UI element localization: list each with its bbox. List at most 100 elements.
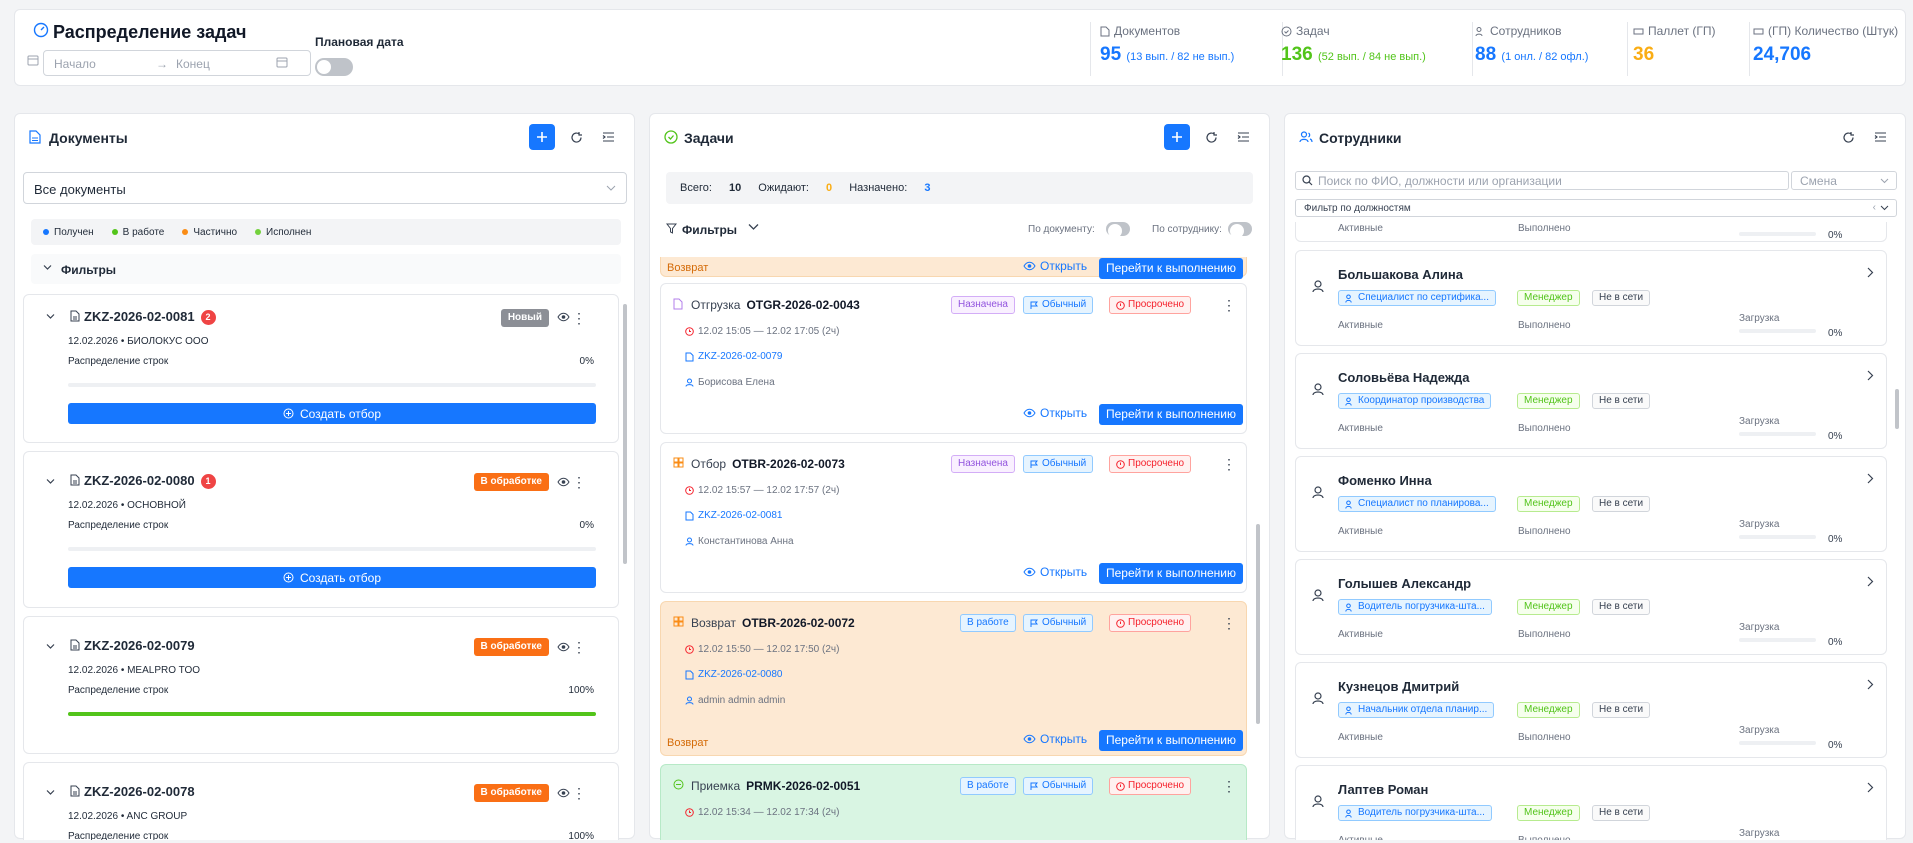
task-document-link[interactable]: ZKZ-2026-02-0080	[685, 669, 783, 680]
documents-scrollbar[interactable]	[623, 304, 627, 564]
eye-icon[interactable]	[557, 477, 570, 487]
go-to-execution-button[interactable]: Перейти к выполнению	[1099, 258, 1244, 279]
eye-icon	[1023, 261, 1036, 271]
more-menu-icon[interactable]: ⋮	[1222, 616, 1236, 630]
document-number[interactable]: ZKZ-2026-02-0078	[84, 784, 195, 799]
go-to-execution-button[interactable]: Перейти к выполнению	[1099, 563, 1244, 584]
tasks-scrollbar[interactable]	[1256, 524, 1260, 724]
calendar-icon[interactable]	[276, 56, 288, 68]
more-menu-icon[interactable]: ⋮	[1222, 457, 1236, 471]
summary-value: 0	[826, 182, 833, 194]
distribution-label: Распределение строк	[68, 685, 169, 696]
open-link[interactable]: Открыть	[1023, 565, 1087, 579]
task-card[interactable]: Отбор OTBR-2026-02-0073 Назначена Обычный…	[660, 442, 1247, 593]
return-icon	[673, 616, 684, 627]
task-card[interactable]: Возврат OTBR-2026-02-0072 В работе Обычны…	[660, 601, 1247, 756]
employee-card[interactable]: Соловьёва Надежда Координатор производств…	[1295, 353, 1887, 449]
more-menu-icon[interactable]: ⋮	[572, 475, 586, 489]
employee-card[interactable]: Активные Выполнено 0%	[1295, 222, 1887, 242]
employee-card[interactable]: Большакова Алина Специалист по сертифика.…	[1295, 250, 1887, 346]
more-menu-icon[interactable]: ⋮	[572, 311, 586, 325]
clear-icon[interactable]: ‹	[1873, 202, 1876, 213]
document-filter-select[interactable]: Все документы	[23, 172, 627, 204]
refresh-icon[interactable]	[1198, 124, 1224, 150]
chevron-right-icon[interactable]	[1867, 267, 1874, 278]
range-end-input[interactable]: Конец	[176, 57, 210, 71]
chevron-down-icon[interactable]	[46, 789, 55, 796]
employee-card[interactable]: Голышев Александр Водитель погрузчика-шта…	[1295, 559, 1887, 655]
document-card[interactable]: ZKZ-2026-02-0081 2 Новый ⋮ 12.02.2026 • Б…	[23, 294, 619, 443]
document-icon	[70, 474, 80, 486]
go-to-execution-button[interactable]: Перейти к выполнению	[1099, 730, 1244, 751]
employee-search-input[interactable]: Поиск по ФИО, должности или организации	[1295, 171, 1789, 190]
select-value: Все документы	[34, 182, 126, 197]
task-card[interactable]: Возврат Открыть Перейти к выполнению	[660, 257, 1247, 279]
eye-icon[interactable]	[557, 788, 570, 798]
more-menu-icon[interactable]: ⋮	[572, 786, 586, 800]
chevron-down-icon[interactable]	[748, 223, 759, 231]
team-icon	[1345, 294, 1354, 303]
employee-card[interactable]: Кузнецов Дмитрий Начальник отдела планир.…	[1295, 662, 1887, 758]
document-number[interactable]: ZKZ-2026-02-0080 1	[84, 473, 216, 489]
add-task-button[interactable]	[1164, 124, 1190, 150]
range-start-input[interactable]: Начало	[54, 57, 96, 71]
go-to-execution-button[interactable]: Перейти к выполнению	[1099, 404, 1244, 425]
task-card[interactable]: Отгрузка OTGR-2026-02-0043 Назначена Обыч…	[660, 283, 1247, 434]
chevron-right-icon[interactable]	[1867, 370, 1874, 381]
chevron-right-icon[interactable]	[1867, 473, 1874, 484]
filters-collapse[interactable]: Фильтры	[31, 254, 621, 284]
plan-date-toggle[interactable]	[315, 58, 353, 76]
chevron-down-icon[interactable]	[46, 478, 55, 485]
tasks-list[interactable]: Возврат Открыть Перейти к выполнению Отг…	[660, 257, 1260, 840]
document-number[interactable]: ZKZ-2026-02-0081 2	[84, 309, 216, 325]
column-settings-icon[interactable]	[1867, 124, 1893, 150]
column-settings-icon[interactable]	[1230, 124, 1256, 150]
filters-toggle[interactable]: Фильтры	[682, 223, 737, 237]
task-document-link[interactable]: ZKZ-2026-02-0081	[685, 510, 783, 521]
chevron-down-icon[interactable]	[46, 313, 55, 320]
employee-card[interactable]: Фоменко Инна Специалист по планирова... Ме…	[1295, 456, 1887, 552]
document-number[interactable]: ZKZ-2026-02-0079	[84, 638, 195, 653]
by-employee-toggle[interactable]	[1228, 222, 1252, 238]
active-label: Активные	[1338, 223, 1383, 234]
employee-card[interactable]: Лаптев Роман Водитель погрузчика-шта... Ме…	[1295, 765, 1887, 840]
chevron-right-icon[interactable]	[1867, 679, 1874, 690]
employees-list[interactable]: Активные Выполнено 0% Большакова Алина Сп…	[1295, 222, 1889, 840]
chevron-right-icon[interactable]	[1867, 782, 1874, 793]
position-tag: Специалист по планирова...	[1338, 496, 1496, 512]
more-menu-icon[interactable]: ⋮	[1222, 779, 1236, 793]
document-card[interactable]: ZKZ-2026-02-0078 В обработке ⋮ 12.02.202…	[23, 762, 619, 840]
stat-label: (ГП) Количество (Штук)	[1768, 24, 1899, 38]
task-document-link[interactable]: ZKZ-2026-02-0079	[685, 351, 783, 362]
legend-label: Исполнен	[266, 226, 312, 238]
add-document-button[interactable]	[529, 124, 555, 150]
document-icon	[685, 352, 694, 362]
eye-icon[interactable]	[557, 312, 570, 322]
documents-list[interactable]: ZKZ-2026-02-0081 2 Новый ⋮ 12.02.2026 • Б…	[23, 294, 619, 840]
employees-header: Сотрудники	[1285, 114, 1905, 160]
create-picking-button[interactable]: Создать отбор	[68, 403, 596, 424]
more-menu-icon[interactable]: ⋮	[572, 640, 586, 654]
column-settings-icon[interactable]	[595, 124, 621, 150]
chevron-right-icon[interactable]	[1867, 576, 1874, 587]
chevron-down-icon[interactable]	[46, 643, 55, 650]
open-link[interactable]: Открыть	[1023, 406, 1087, 420]
date-range-picker[interactable]: Начало → Конец	[43, 50, 311, 76]
task-card[interactable]: Приемка PRMK-2026-02-0051 В работе Обычны…	[660, 764, 1247, 840]
document-card[interactable]: ZKZ-2026-02-0079 В обработке ⋮ 12.02.202…	[23, 616, 619, 754]
eye-icon[interactable]	[557, 642, 570, 652]
create-picking-button[interactable]: Создать отбор	[68, 567, 596, 588]
document-card[interactable]: ZKZ-2026-02-0080 1 В обработке ⋮ 12.02.20…	[23, 451, 619, 608]
position-filter-select[interactable]: Фильтр по должностям ‹	[1295, 199, 1897, 217]
refresh-icon[interactable]	[1835, 124, 1861, 150]
refresh-icon[interactable]	[563, 124, 589, 150]
shift-select[interactable]: Смена	[1791, 171, 1897, 190]
open-link[interactable]: Открыть	[1023, 732, 1087, 746]
load-bar	[1739, 329, 1816, 333]
by-document-toggle[interactable]	[1106, 222, 1130, 238]
employees-scrollbar[interactable]	[1895, 389, 1899, 429]
open-link[interactable]: Открыть	[1023, 259, 1087, 273]
more-menu-icon[interactable]: ⋮	[1222, 298, 1236, 312]
load-label: Загрузка	[1739, 416, 1780, 427]
open-label: Открыть	[1040, 259, 1088, 273]
